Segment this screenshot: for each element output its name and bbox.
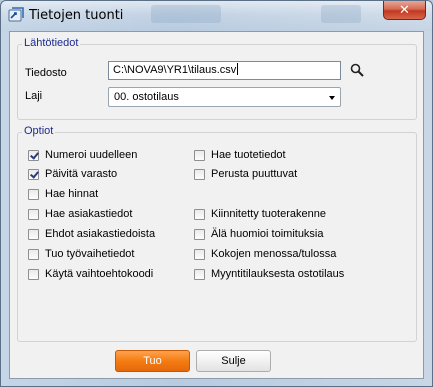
dialog-content: Lähtötiedot Tiedosto C:\NOVA9\YR1\tilaus…	[9, 31, 424, 379]
option-create-missing[interactable]: Perusta puuttuvat	[194, 167, 297, 181]
option-label: Ehdot asiakastiedoista	[45, 228, 156, 240]
option-ignore-deliveries[interactable]: Älä huomioi toimituksia	[194, 227, 324, 241]
option-label: Käytä vaihtoehtokoodi	[45, 268, 154, 280]
sales-to-purchase-order-checkbox[interactable]	[194, 268, 205, 280]
close-button[interactable]: Sulje	[196, 350, 271, 372]
title-bar[interactable]: Tietojen tuonti ✕	[1, 1, 432, 31]
close-icon: ✕	[399, 2, 410, 18]
options-groupbox: Optiot Numeroi uudelleen Päivitä varasto…	[17, 125, 417, 342]
import-work-phases-checkbox[interactable]	[28, 248, 39, 260]
search-icon[interactable]	[349, 62, 365, 78]
terms-from-customer-checkbox[interactable]	[28, 228, 39, 240]
option-fetch-prices[interactable]: Hae hinnat	[28, 187, 98, 201]
use-alternate-code-checkbox[interactable]	[28, 268, 39, 280]
type-select[interactable]: 00. ostotilaus	[108, 87, 341, 107]
fetch-prices-checkbox[interactable]	[28, 188, 39, 200]
option-fetch-customer-info[interactable]: Hae asiakastiedot	[28, 207, 132, 221]
close-window-button[interactable]: ✕	[383, 1, 426, 20]
source-groupbox: Lähtötiedot Tiedosto C:\NOVA9\YR1\tilaus…	[17, 37, 417, 120]
option-fetch-product-info[interactable]: Hae tuotetiedot	[194, 148, 286, 162]
option-label: Tuo työvaihetiedot	[45, 248, 135, 260]
option-sales-to-purchase-order[interactable]: Myyntitilauksesta ostotilaus	[194, 267, 344, 281]
option-label: Hae hinnat	[45, 188, 99, 200]
fetch-product-info-checkbox[interactable]	[194, 149, 205, 161]
ignore-deliveries-checkbox[interactable]	[194, 228, 205, 240]
option-label: Älä huomioi toimituksia	[211, 228, 324, 240]
option-label: Päivitä varasto	[45, 168, 118, 180]
text-caret	[237, 63, 239, 75]
fetch-customer-info-checkbox[interactable]	[28, 208, 39, 220]
sizes-in-out-checkbox[interactable]	[194, 248, 205, 260]
option-label: Numeroi uudelleen	[45, 149, 138, 161]
option-label: Hae tuotetiedot	[211, 149, 286, 161]
fixed-product-structure-checkbox[interactable]	[194, 208, 205, 220]
background-window-ghost	[321, 5, 361, 23]
window-title: Tietojen tuonti	[29, 8, 124, 23]
option-renumber[interactable]: Numeroi uudelleen	[28, 148, 137, 162]
create-missing-checkbox[interactable]	[194, 168, 205, 180]
type-label: Laji	[25, 90, 43, 102]
option-label: Kiinnitetty tuoterakenne	[211, 208, 326, 220]
option-use-alternate-code[interactable]: Käytä vaihtoehtokoodi	[28, 267, 153, 281]
file-label: Tiedosto	[25, 67, 67, 79]
option-fixed-product-structure[interactable]: Kiinnitetty tuoterakenne	[194, 207, 326, 221]
options-group-title: Optiot	[22, 125, 56, 137]
option-update-stock[interactable]: Päivitä varasto	[28, 167, 117, 181]
background-window-ghost	[151, 5, 221, 23]
import-dialog: Tietojen tuonti ✕ Lähtötiedot Tiedosto C…	[0, 0, 433, 387]
option-import-work-phases[interactable]: Tuo työvaihetiedot	[28, 247, 134, 261]
option-label: Myyntitilauksesta ostotilaus	[211, 268, 345, 280]
chevron-down-icon	[329, 96, 335, 100]
type-select-value: 00. ostotilaus	[114, 91, 179, 103]
option-sizes-in-out[interactable]: Kokojen menossa/tulossa	[194, 247, 336, 261]
import-button[interactable]: Tuo	[115, 350, 190, 372]
app-icon	[8, 7, 24, 22]
option-terms-from-customer[interactable]: Ehdot asiakastiedoista	[28, 227, 155, 241]
option-label: Perusta puuttuvat	[211, 168, 298, 180]
file-path-input[interactable]: C:\NOVA9\YR1\tilaus.csv	[108, 61, 341, 80]
option-label: Hae asiakastiedot	[45, 208, 133, 220]
update-stock-checkbox[interactable]	[28, 168, 39, 180]
option-label: Kokojen menossa/tulossa	[211, 248, 337, 260]
source-group-title: Lähtötiedot	[22, 37, 81, 49]
renumber-checkbox[interactable]	[28, 149, 39, 161]
file-path-value: C:\NOVA9\YR1\tilaus.csv	[113, 64, 237, 76]
